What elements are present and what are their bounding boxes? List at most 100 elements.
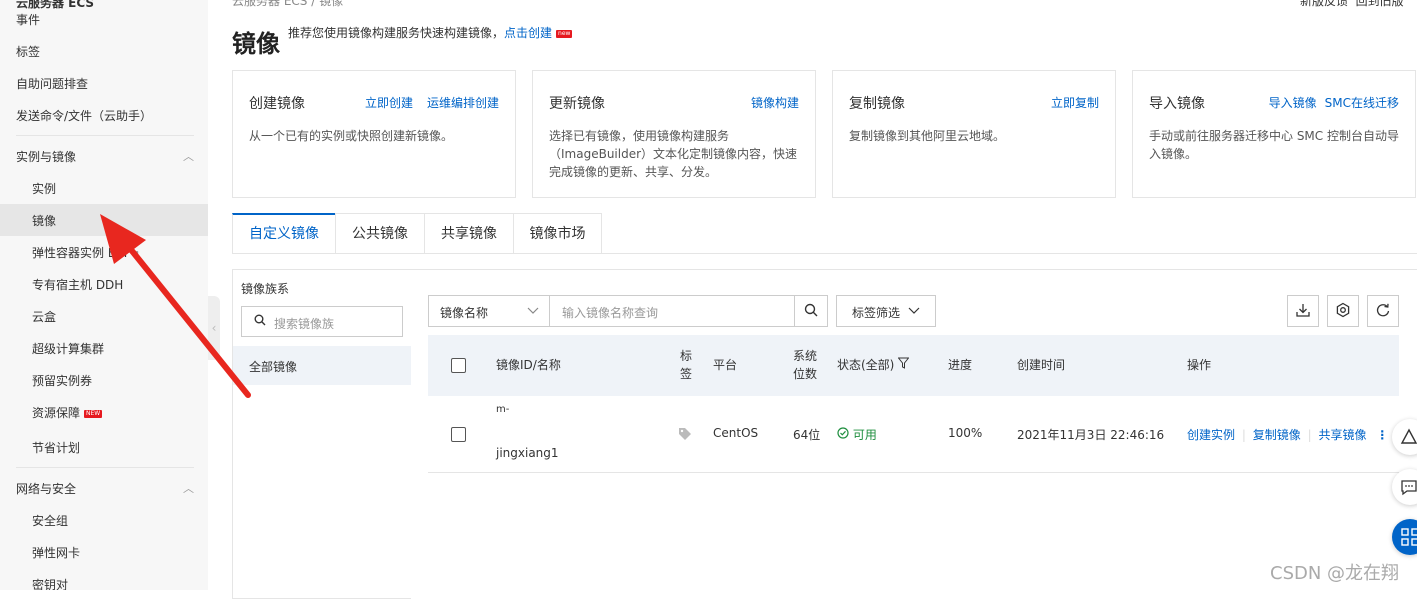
sidebar-item-troubleshoot[interactable]: 自助问题排查	[16, 75, 88, 92]
col-header-status[interactable]: 状态(全部)	[837, 356, 910, 373]
sidebar-item-images[interactable]: 镜像	[32, 212, 56, 229]
filter-icon	[897, 357, 910, 372]
watermark: CSDN @龙在翔	[1270, 563, 1400, 584]
col-header-actions: 操作	[1187, 358, 1212, 372]
feedback-link[interactable]: 新版反馈	[1300, 0, 1348, 8]
chevron-up-icon: ︿	[183, 482, 194, 495]
col-header-progress: 进度	[948, 358, 973, 372]
family-search-placeholder: 搜索镜像族	[274, 317, 335, 331]
card-import-image: 导入镜像 导入镜像 SMC在线迁移 手动或前往服务器迁移中心 SMC 控制台自动导…	[1132, 70, 1416, 198]
copy-image-link[interactable]: 复制镜像	[1253, 428, 1301, 442]
search-icon	[804, 303, 818, 320]
assistant-icon	[1400, 428, 1417, 449]
col-header-id-name: 镜像ID/名称	[496, 358, 561, 372]
sidebar-divider	[16, 467, 194, 468]
sidebar-item-cloudbox[interactable]: 云盒	[32, 308, 56, 325]
status-badge: 可用	[837, 426, 877, 443]
image-id-link[interactable]: m-	[496, 404, 509, 415]
gear-icon	[1335, 302, 1351, 321]
image-platform: CentOS	[713, 426, 759, 440]
card-update-image: 更新镜像 镜像构建 选择已有镜像，使用镜像构建服务（ImageBuilder）文…	[532, 70, 816, 198]
create-instance-link[interactable]: 创建实例	[1187, 428, 1235, 442]
col-header-tag: 标签	[680, 349, 693, 381]
status-header-label: 状态(全部)	[837, 358, 895, 372]
sidebar-item-tags[interactable]: 标签	[16, 43, 40, 60]
refresh-icon	[1375, 302, 1391, 321]
sidebar-group-instances-images[interactable]: 实例与镜像 ︿	[16, 148, 194, 165]
export-button[interactable]	[1287, 295, 1319, 327]
sidebar-group-network-security[interactable]: 网络与安全 ︿	[16, 480, 194, 497]
col-header-platform: 平台	[713, 358, 738, 372]
sidebar-item-reserved-instance[interactable]: 预留实例券	[32, 372, 92, 389]
annotation-arrow	[100, 214, 251, 398]
header-links: 新版反馈 回到旧版	[1300, 0, 1404, 9]
select-all-checkbox[interactable]	[451, 358, 466, 373]
new-badge: NEW	[84, 409, 103, 418]
chevron-up-icon: ︿	[183, 150, 194, 163]
action-separator: |	[1307, 428, 1312, 442]
sidebar-item-instances[interactable]: 实例	[32, 180, 56, 197]
row-checkbox[interactable]	[451, 427, 466, 442]
row-actions: 创建实例 | 复制镜像 | 共享镜像 ⋮	[1187, 426, 1388, 443]
sidebar-item-label: 资源保障	[32, 406, 81, 420]
tab-marketplace-images[interactable]: 镜像市场	[513, 213, 602, 253]
check-circle-icon	[837, 427, 849, 442]
search-field-select[interactable]: 镜像名称	[428, 295, 550, 327]
sidebar-item-security-group[interactable]: 安全组	[32, 512, 68, 529]
sidebar-group-label: 网络与安全	[16, 482, 77, 496]
status-text: 可用	[852, 428, 877, 442]
refresh-button[interactable]	[1367, 295, 1399, 327]
select-value: 镜像名称	[440, 306, 489, 320]
sidebar-item-cloud-assistant[interactable]: 发送命令/文件（云助手）	[16, 107, 152, 124]
create-now-link[interactable]: 立即创建	[365, 96, 413, 110]
old-version-link[interactable]: 回到旧版	[1356, 0, 1404, 8]
sidebar-item-resource-guarantee[interactable]: 资源保障 NEW	[32, 404, 103, 421]
col-header-created: 创建时间	[1017, 358, 1066, 372]
image-builder-link[interactable]: 镜像构建	[751, 96, 799, 110]
sidebar-divider	[16, 135, 194, 136]
image-name-search-input[interactable]: 输入镜像名称查询	[549, 295, 795, 327]
new-badge: new	[556, 29, 573, 38]
chevron-down-icon	[908, 305, 920, 320]
sidebar-group-label: 实例与镜像	[16, 150, 77, 164]
card-title: 复制镜像	[849, 96, 905, 112]
grid-icon	[1401, 528, 1417, 549]
more-actions-icon[interactable]: ⋮	[1376, 428, 1388, 442]
tab-public-images[interactable]: 公共镜像	[335, 213, 425, 253]
oos-create-link[interactable]: 运维编排创建	[427, 96, 499, 110]
tag-icon[interactable]	[678, 427, 692, 444]
download-icon	[1295, 302, 1311, 321]
copy-now-link[interactable]: 立即复制	[1051, 96, 1099, 110]
card-title: 更新镜像	[549, 96, 605, 112]
subtitle-text: 推荐您使用镜像构建服务快速构建镜像，	[288, 26, 505, 40]
sidebar-item-events[interactable]: 事件	[16, 11, 40, 28]
image-progress: 100%	[948, 426, 983, 440]
sidebar-product-title: 云服务器 ECS	[16, 0, 95, 10]
settings-button[interactable]	[1327, 295, 1359, 327]
sidebar-item-savings-plan[interactable]: 节省计划	[32, 439, 80, 456]
col-header-bits: 系统位数	[793, 349, 818, 381]
search-button[interactable]	[794, 295, 828, 327]
image-created-time: 2021年11月3日 22:46:16	[1017, 428, 1165, 442]
tag-filter-button[interactable]: 标签筛选	[836, 295, 936, 327]
card-desc: 手动或前往服务器迁移中心 SMC 控制台自动导入镜像。	[1149, 129, 1399, 161]
chevron-down-icon	[527, 304, 539, 319]
image-name: jingxiang1	[496, 446, 559, 460]
sidebar-item-eni[interactable]: 弹性网卡	[32, 544, 80, 561]
smc-migrate-link[interactable]: SMC在线迁移	[1325, 96, 1399, 110]
breadcrumb[interactable]: 云服务器 ECS / 镜像	[232, 0, 343, 9]
tag-filter-label: 标签筛选	[852, 306, 901, 320]
search-placeholder: 输入镜像名称查询	[562, 306, 659, 320]
card-title: 创建镜像	[249, 96, 305, 112]
sidebar-item-keypair[interactable]: 密钥对	[32, 576, 68, 590]
action-separator: |	[1241, 428, 1246, 442]
family-search-input[interactable]: 搜索镜像族	[241, 306, 403, 337]
card-title: 导入镜像	[1149, 96, 1205, 112]
create-link[interactable]: 点击创建	[504, 26, 552, 40]
import-image-link[interactable]: 导入镜像	[1269, 96, 1317, 110]
page-title: 镜像	[232, 30, 280, 58]
share-image-link[interactable]: 共享镜像	[1318, 428, 1366, 442]
tab-shared-images[interactable]: 共享镜像	[424, 213, 514, 253]
card-desc: 选择已有镜像，使用镜像构建服务（ImageBuilder）文本化定制镜像内容，快…	[549, 129, 798, 179]
image-bits: 64位	[793, 428, 821, 442]
